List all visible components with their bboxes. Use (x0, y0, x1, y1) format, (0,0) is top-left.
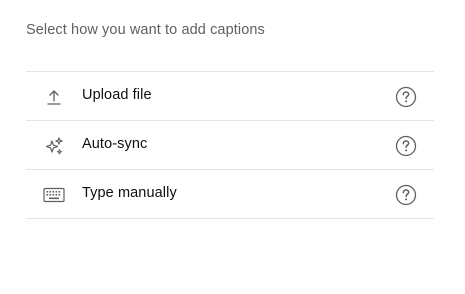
help-icon[interactable] (395, 86, 417, 108)
caption-options-list: Upload file Auto-sync Type manually (26, 71, 434, 219)
option-type-manually[interactable]: Type manually (26, 170, 434, 219)
option-label: Type manually (82, 185, 177, 201)
help-icon[interactable] (395, 184, 417, 206)
help-icon[interactable] (395, 135, 417, 157)
sparkle-icon (43, 135, 65, 157)
option-label: Upload file (82, 87, 152, 103)
keyboard-icon (43, 184, 65, 206)
option-upload-file[interactable]: Upload file (26, 72, 434, 121)
option-label: Auto-sync (82, 136, 148, 152)
caption-method-panel: Select how you want to add captions Uplo… (0, 0, 465, 294)
upload-icon (43, 86, 65, 108)
option-auto-sync[interactable]: Auto-sync (26, 121, 434, 170)
panel-subtitle: Select how you want to add captions (26, 22, 265, 38)
